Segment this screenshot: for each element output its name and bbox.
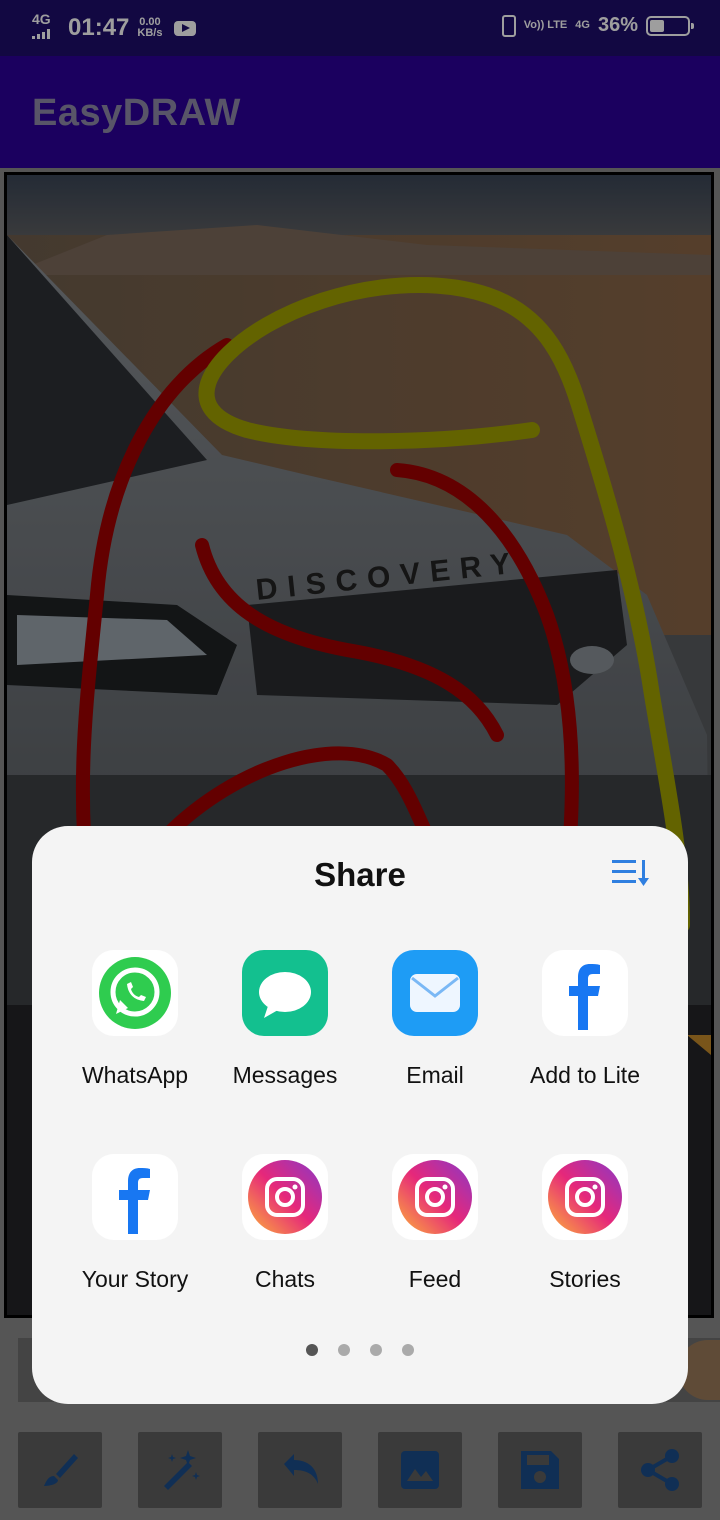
- share-target-messages[interactable]: Messages: [210, 950, 360, 1089]
- share-target-your-story[interactable]: Your Story: [60, 1154, 210, 1293]
- whatsapp-icon: [92, 950, 178, 1036]
- page-dot[interactable]: [370, 1344, 382, 1356]
- share-target-add-to-lite[interactable]: Add to Lite: [510, 950, 660, 1089]
- share-target-feed[interactable]: Feed: [360, 1154, 510, 1293]
- sort-list-icon[interactable]: [612, 858, 652, 890]
- facebook-icon: [92, 1154, 178, 1240]
- share-target-stories[interactable]: Stories: [510, 1154, 660, 1293]
- app-label: Add to Lite: [530, 1062, 640, 1088]
- app-label: Feed: [408, 1266, 462, 1292]
- page-indicator: [32, 1344, 688, 1356]
- app-label: Email: [406, 1062, 464, 1088]
- app-label: Chats: [254, 1266, 316, 1292]
- app-label: WhatsApp: [81, 1062, 189, 1088]
- page-dot[interactable]: [306, 1344, 318, 1356]
- email-icon: [392, 950, 478, 1036]
- facebook-icon: [542, 950, 628, 1036]
- instagram-icon: [242, 1154, 328, 1240]
- instagram-icon: [542, 1154, 628, 1240]
- page-dot[interactable]: [402, 1344, 414, 1356]
- app-label: Stories: [549, 1266, 621, 1292]
- page-dot[interactable]: [338, 1344, 350, 1356]
- app-label: Your Story: [81, 1266, 189, 1292]
- share-sheet: Share WhatsApp Messages Email Add to Lit…: [32, 826, 688, 1404]
- app-label: Messages: [232, 1062, 338, 1088]
- share-title: Share: [314, 856, 406, 893]
- instagram-icon: [392, 1154, 478, 1240]
- share-target-whatsapp[interactable]: WhatsApp: [60, 950, 210, 1089]
- messages-icon: [242, 950, 328, 1036]
- share-target-chats[interactable]: Chats: [210, 1154, 360, 1293]
- share-target-email[interactable]: Email: [360, 950, 510, 1089]
